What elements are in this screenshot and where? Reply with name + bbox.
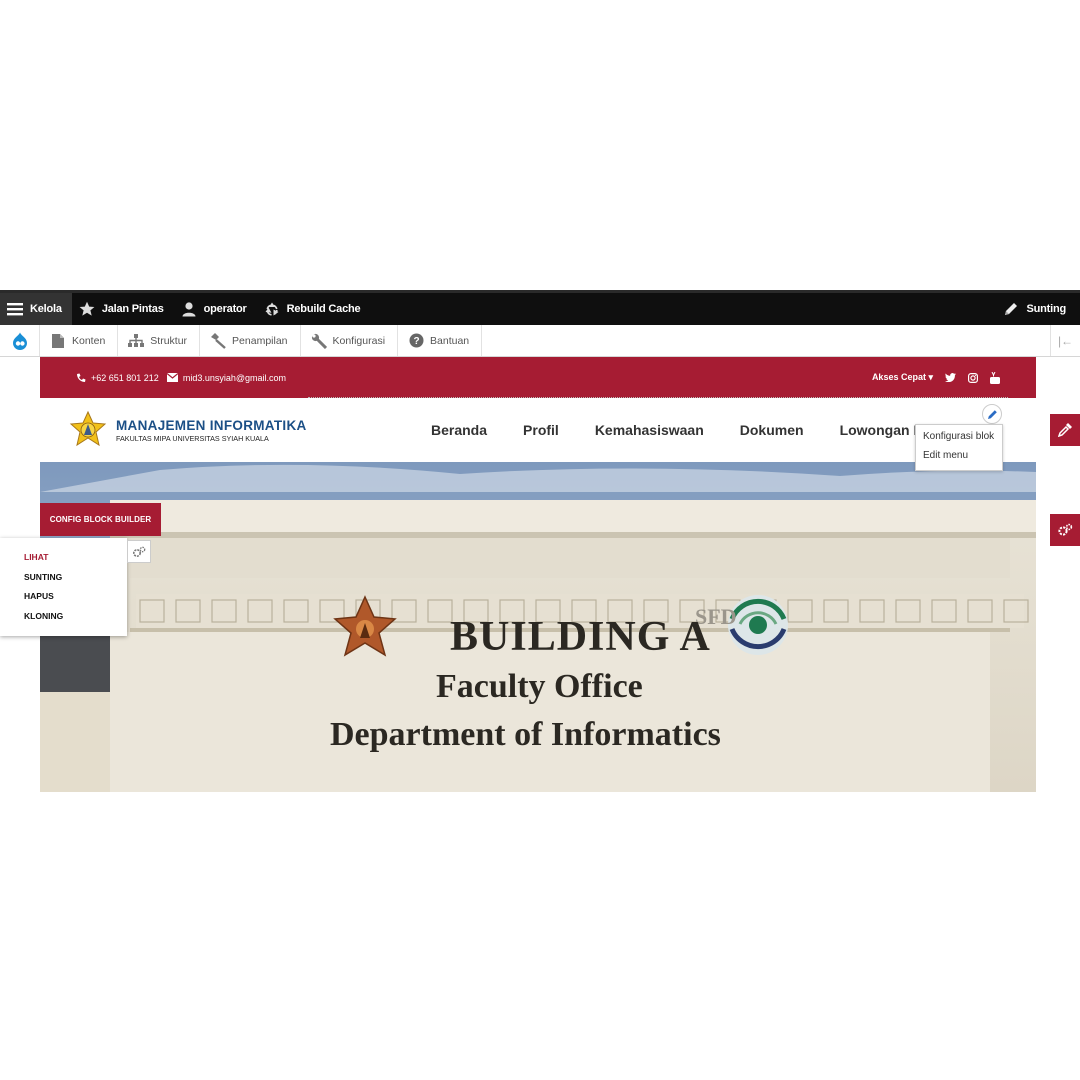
side-tab-settings[interactable] (1050, 514, 1080, 546)
nav-item-profil[interactable]: Profil (523, 422, 559, 438)
hero-image: SFD BUILDING A Faculty Office Department… (40, 462, 1036, 792)
website-frame: +62 651 801 212 mid3.unsyiah@gmail.com A… (40, 357, 1036, 792)
tray-item-label: Konten (72, 334, 106, 347)
contextual-links-menu: Konfigurasi blok Edit menu (915, 424, 1003, 471)
hamburger-icon (6, 300, 24, 318)
main-nav: Beranda Profil Kemahasiswaan Dokumen Low… (431, 398, 967, 462)
tray-item-structure[interactable]: Struktur (118, 325, 201, 356)
tray-item-label: Struktur (150, 334, 188, 347)
admin-tray: Konten Struktur Penampilan Konfigurasi ?… (0, 325, 1080, 357)
university-emblem-icon (69, 410, 107, 447)
appearance-icon (210, 332, 226, 349)
svg-text:?: ? (413, 336, 419, 347)
side-tab-color-picker[interactable] (1050, 414, 1080, 446)
collapse-arrow-icon: |← (1057, 333, 1074, 348)
context-configure-block[interactable]: Konfigurasi blok (923, 431, 1002, 450)
pencil-icon (1002, 300, 1020, 318)
site-header: MANAJEMEN INFORMATIKA FAKULTAS MIPA UNIV… (40, 398, 1036, 462)
shortcuts-label: Jalan Pintas (101, 303, 164, 315)
recycle-icon (263, 300, 281, 318)
context-edit-menu[interactable]: Edit menu (923, 450, 1002, 469)
topbar-right: Akses Cepat ▾ (872, 371, 1000, 384)
user-icon (180, 300, 198, 318)
nav-item-dokumen[interactable]: Dokumen (740, 422, 804, 438)
tray-item-help[interactable]: ? Bantuan (398, 325, 483, 356)
nav-item-kemahasiswaan[interactable]: Kemahasiswaan (595, 422, 704, 438)
hero-line-2: Faculty Office (436, 668, 643, 705)
tray-item-appearance[interactable]: Penampilan (200, 325, 301, 356)
menu-item-clone[interactable]: KLONING (24, 611, 127, 631)
hero-line-1: BUILDING A (450, 614, 711, 660)
manage-menu-button[interactable]: Kelola (0, 293, 72, 325)
menu-item-view[interactable]: LIHAT (24, 552, 127, 572)
file-icon (50, 333, 66, 349)
user-label: operator (203, 303, 247, 315)
gears-icon (1058, 523, 1073, 536)
star-icon (78, 300, 96, 318)
config-block-builder-button[interactable]: CONFIG BLOCK BUILDER (40, 503, 161, 536)
page: Kelola Jalan Pintas operator Rebuild Cac… (0, 0, 1080, 1080)
phone-number: +62 651 801 212 (91, 372, 159, 383)
structure-icon (128, 333, 145, 349)
help-icon: ? (408, 333, 424, 349)
twitter-icon[interactable] (945, 373, 956, 382)
phone-contact[interactable]: +62 651 801 212 (76, 373, 159, 383)
instagram-icon[interactable] (968, 372, 978, 383)
phone-icon (77, 373, 86, 382)
logo-subtitle: FAKULTAS MIPA UNIVERSITAS SYIAH KUALA (116, 433, 269, 443)
user-menu-button[interactable]: operator (174, 293, 257, 325)
manage-menu-label: Kelola (30, 303, 62, 315)
logo-title: MANAJEMEN INFORMATIKA (116, 417, 307, 433)
email-contact[interactable]: mid3.unsyiah@gmail.com (166, 372, 287, 383)
tray-item-label: Penampilan (232, 334, 288, 347)
contextual-links-pencil-button[interactable] (982, 404, 1002, 424)
menu-item-edit[interactable]: SUNTING (24, 572, 127, 592)
gears-icon (132, 546, 146, 557)
eyedropper-icon (1058, 423, 1072, 437)
quick-access-label: Akses Cepat (871, 372, 926, 382)
tray-item-label: Bantuan (430, 334, 470, 347)
nav-item-beranda[interactable]: Beranda (431, 422, 487, 438)
wrench-icon (311, 333, 327, 349)
email-address: mid3.unsyiah@gmail.com (182, 372, 287, 383)
tray-item-content[interactable]: Konten (40, 325, 119, 356)
rebuild-cache-label: Rebuild Cache (286, 303, 361, 315)
edit-mode-button[interactable]: Sunting (996, 293, 1080, 325)
menu-item-delete[interactable]: HAPUS (24, 591, 127, 611)
edit-mode-label: Sunting (1026, 303, 1066, 315)
youtube-icon[interactable] (990, 371, 1000, 384)
quick-access-dropdown[interactable]: Akses Cepat ▾ (872, 372, 933, 383)
hero-line-3: Department of Informatics (330, 716, 721, 753)
site-topbar: +62 651 801 212 mid3.unsyiah@gmail.com A… (40, 357, 1036, 398)
drupal-logo-icon[interactable] (0, 325, 40, 356)
tray-orientation-toggle[interactable]: |← (1050, 325, 1080, 356)
tray-item-label: Konfigurasi (332, 334, 386, 347)
site-logo[interactable]: MANAJEMEN INFORMATIKA FAKULTAS MIPA UNIV… (68, 410, 307, 450)
envelope-icon (166, 373, 178, 382)
block-actions-menu: LIHAT SUNTING HAPUS KLONING (0, 538, 127, 636)
rebuild-cache-button[interactable]: Rebuild Cache (257, 293, 371, 325)
pencil-icon (987, 409, 997, 419)
admin-toolbar: Kelola Jalan Pintas operator Rebuild Cac… (0, 290, 1080, 325)
block-settings-gears-button[interactable] (127, 540, 151, 563)
shortcuts-button[interactable]: Jalan Pintas (72, 293, 174, 325)
logo-text: MANAJEMEN INFORMATIKA FAKULTAS MIPA UNIV… (116, 418, 307, 443)
tray-item-configuration[interactable]: Konfigurasi (301, 325, 399, 356)
